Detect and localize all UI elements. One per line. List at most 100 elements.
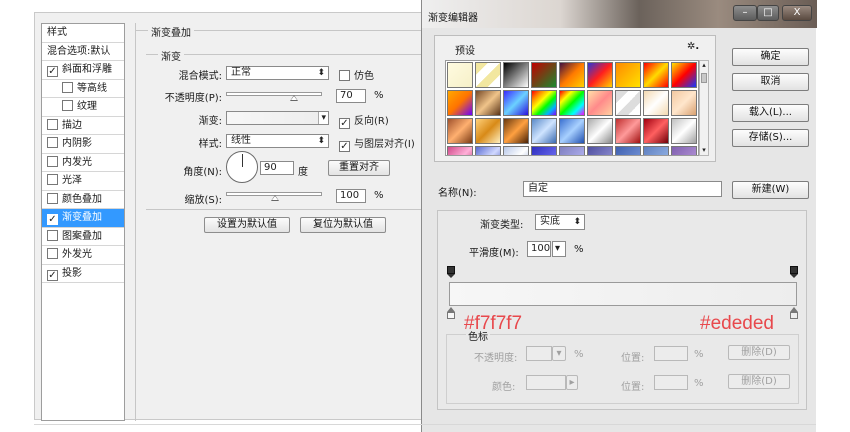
preset-swatch[interactable] [671, 90, 697, 116]
checkbox-icon[interactable] [47, 174, 58, 185]
preset-swatch[interactable] [671, 118, 697, 144]
style-list-item[interactable]: 纹理 [42, 98, 124, 117]
minimize-button[interactable]: – [733, 5, 757, 21]
slider-thumb[interactable] [271, 195, 279, 201]
scroll-up-icon[interactable]: ▴ [700, 61, 708, 70]
preset-swatch[interactable] [615, 146, 641, 155]
checkbox-icon[interactable] [47, 248, 58, 259]
gradient-picker[interactable]: ▾ [226, 111, 329, 125]
preset-swatch[interactable] [671, 62, 697, 88]
name-input[interactable]: 自定 [523, 181, 722, 197]
scroll-thumb[interactable] [701, 73, 707, 83]
maximize-button[interactable]: □ [757, 5, 779, 21]
preset-swatch[interactable] [615, 90, 641, 116]
slider-thumb[interactable] [290, 95, 299, 101]
checkbox-icon[interactable] [47, 229, 58, 241]
opacity-stop-left[interactable] [446, 266, 456, 278]
preset-swatch[interactable] [503, 146, 529, 155]
blend-mode-select[interactable]: 正常 ⬍ [226, 66, 329, 80]
load-button[interactable]: 载入(L)... [732, 104, 809, 122]
checkbox-icon[interactable] [47, 118, 58, 130]
align-with-layer-checkbox[interactable]: ✓ 与图层对齐(I) [339, 135, 415, 152]
preset-swatch[interactable] [531, 146, 557, 155]
style-list-item[interactable]: 混合选项:默认 [42, 43, 124, 61]
preset-swatch[interactable] [447, 146, 473, 155]
style-list-item[interactable]: ✓ 斜面和浮雕 [42, 61, 124, 80]
angle-dial[interactable] [226, 151, 258, 183]
delete-opacity-stop-button[interactable]: 删除(D) [728, 345, 790, 360]
close-button[interactable]: X [782, 5, 812, 21]
delete-color-stop-button[interactable]: 删除(D) [728, 374, 790, 389]
opacity-stop-right[interactable] [789, 266, 799, 278]
stop-opacity-input[interactable] [526, 346, 552, 361]
ok-button[interactable]: 确定 [732, 48, 809, 66]
style-list-item[interactable]: 颜色叠加 [42, 191, 124, 209]
angle-input[interactable]: 90 [260, 161, 294, 175]
style-list-item[interactable]: 描边 [42, 117, 124, 135]
gear-icon[interactable]: ✲. [687, 41, 699, 52]
preset-swatch[interactable] [475, 118, 501, 144]
preset-swatch[interactable] [643, 62, 669, 88]
checkbox-checked-icon[interactable]: ✓ [47, 214, 58, 225]
preset-swatch[interactable] [643, 146, 669, 155]
preset-swatch[interactable] [615, 62, 641, 88]
preset-swatch[interactable] [447, 118, 473, 144]
color-stop-left[interactable] [446, 307, 456, 320]
reset-to-default-button[interactable]: 复位为默认值 [300, 217, 386, 233]
style-list-item[interactable]: ✓ 渐变叠加 [42, 209, 124, 228]
checkbox-icon[interactable] [62, 81, 73, 93]
preset-swatch[interactable] [503, 90, 529, 116]
preset-swatch[interactable] [503, 62, 529, 88]
opacity-slider[interactable] [226, 92, 322, 101]
style-list-item[interactable]: 外发光 [42, 246, 124, 265]
scale-slider[interactable] [226, 192, 322, 201]
preset-swatch[interactable] [615, 118, 641, 144]
preset-swatch[interactable] [503, 118, 529, 144]
gradient-type-select[interactable]: 实底 ⬍ [535, 214, 585, 230]
checkbox-icon[interactable] [62, 100, 73, 111]
smoothness-input[interactable]: 100 [527, 241, 551, 257]
checkbox-icon[interactable] [47, 192, 58, 204]
stop-color-swatch[interactable] [526, 375, 566, 390]
preset-swatch[interactable] [587, 62, 613, 88]
presets-scrollbar[interactable]: ▴ ▾ [699, 60, 709, 156]
style-list-item[interactable]: 样式 [42, 24, 124, 43]
smoothness-dropdown[interactable]: ▾ [552, 241, 566, 257]
preset-swatch[interactable] [587, 118, 613, 144]
stop-opacity-dropdown[interactable]: ▾ [552, 346, 566, 361]
cancel-button[interactable]: 取消 [732, 73, 809, 91]
scale-input[interactable]: 100 [336, 189, 366, 203]
preset-swatch[interactable] [475, 62, 501, 88]
checkbox-checked-icon[interactable]: ✓ [47, 66, 58, 77]
preset-swatch[interactable] [643, 118, 669, 144]
preset-swatch[interactable] [559, 90, 585, 116]
style-list-item[interactable]: 内发光 [42, 154, 124, 172]
style-list-item[interactable]: 图案叠加 [42, 228, 124, 246]
scroll-down-icon[interactable]: ▾ [700, 146, 708, 155]
preset-swatch[interactable] [587, 90, 613, 116]
preset-swatch[interactable] [447, 62, 473, 88]
style-list-item[interactable]: 光泽 [42, 172, 124, 191]
preset-swatch[interactable] [643, 90, 669, 116]
style-list-item[interactable]: 等高线 [42, 80, 124, 98]
preset-swatch[interactable] [475, 146, 501, 155]
style-list-item[interactable]: 内阴影 [42, 135, 124, 154]
preset-swatch[interactable] [531, 90, 557, 116]
color-location-input[interactable] [654, 375, 688, 390]
checkbox-checked-icon[interactable]: ✓ [47, 269, 58, 281]
checkbox-icon[interactable] [47, 137, 58, 148]
preset-swatch[interactable] [559, 118, 585, 144]
preset-swatch[interactable] [475, 90, 501, 116]
preset-swatch[interactable] [531, 62, 557, 88]
style-select[interactable]: 线性 ⬍ [226, 134, 329, 148]
preset-swatch[interactable] [671, 146, 697, 155]
gradient-preview-bar[interactable] [449, 282, 797, 306]
preset-swatch[interactable] [559, 62, 585, 88]
preset-swatch[interactable] [447, 90, 473, 116]
checkbox-icon[interactable] [47, 155, 58, 167]
color-stop-right[interactable] [789, 307, 799, 320]
reset-align-button[interactable]: 重置对齐 [328, 160, 390, 176]
new-button[interactable]: 新建(W) [732, 181, 809, 199]
preset-swatch[interactable] [531, 118, 557, 144]
preset-swatch[interactable] [559, 146, 585, 155]
